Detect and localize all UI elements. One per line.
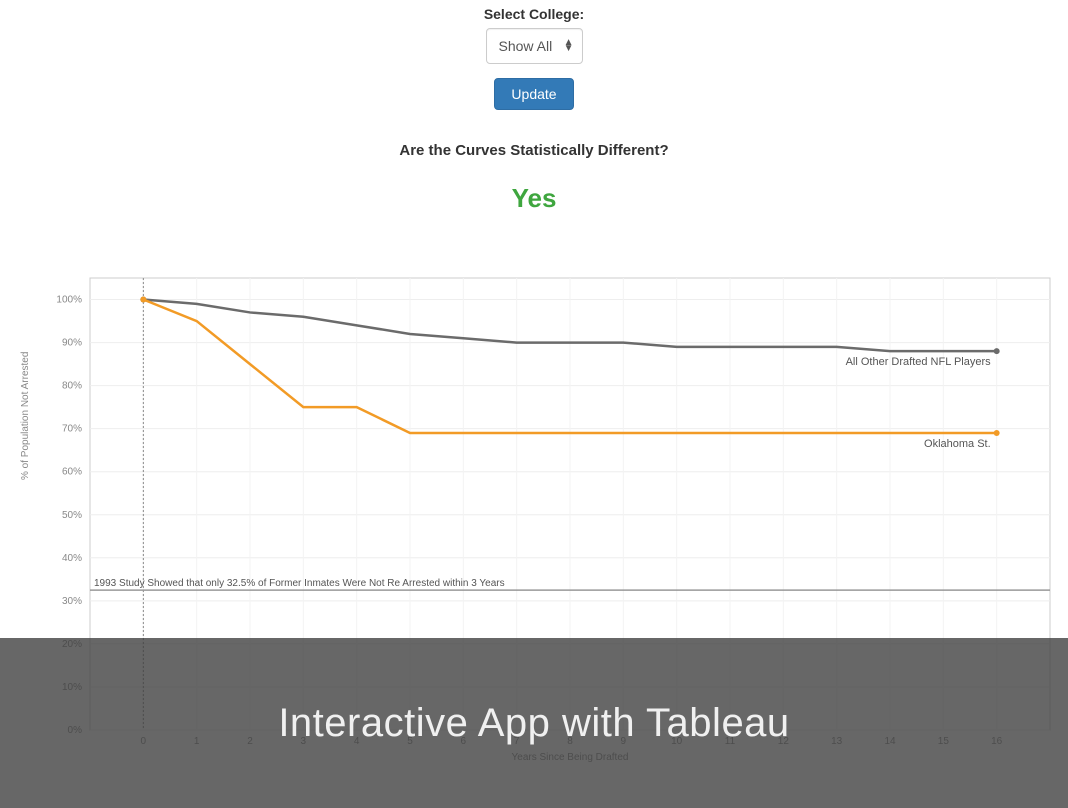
x-tick-label: 15 xyxy=(938,736,950,747)
x-tick-label: 1 xyxy=(194,736,200,747)
y-tick-label: 60% xyxy=(62,467,82,478)
x-tick-label: 12 xyxy=(778,736,790,747)
x-tick-label: 8 xyxy=(567,736,573,747)
y-axis-title: % of Population Not Arrested xyxy=(20,352,31,480)
x-tick-label: 6 xyxy=(461,736,467,747)
x-tick-label: 14 xyxy=(884,736,896,747)
x-tick-label: 13 xyxy=(831,736,843,747)
x-tick-label: 11 xyxy=(725,736,736,747)
series-end-dot xyxy=(994,348,1000,354)
select-college-label: Select College: xyxy=(0,6,1068,22)
x-tick-label: 16 xyxy=(991,736,1003,747)
x-tick-label: 2 xyxy=(247,736,253,747)
y-tick-label: 80% xyxy=(62,381,82,392)
answer-text: Yes xyxy=(0,183,1068,214)
y-tick-label: 40% xyxy=(62,553,82,564)
y-tick-label: 50% xyxy=(62,510,82,521)
x-tick-label: 4 xyxy=(354,736,360,747)
question-text: Are the Curves Statistically Different? xyxy=(0,142,1068,159)
y-tick-label: 10% xyxy=(62,682,82,693)
college-select-wrap[interactable]: Show All ▲▼ xyxy=(486,28,583,64)
y-tick-label: 90% xyxy=(62,338,82,349)
x-tick-label: 9 xyxy=(621,736,627,747)
y-tick-label: 20% xyxy=(62,639,82,650)
chart-svg: 0%10%20%30%40%50%60%70%80%90%100%0123456… xyxy=(30,270,1060,770)
y-tick-label: 30% xyxy=(62,596,82,607)
x-tick-label: 10 xyxy=(671,736,683,747)
y-tick-label: 70% xyxy=(62,424,82,435)
x-tick-label: 0 xyxy=(141,736,147,747)
chart: % of Population Not Arrested 0%10%20%30%… xyxy=(30,270,1060,770)
series-end-dot xyxy=(994,430,1000,436)
series-label: Oklahoma St. xyxy=(924,438,991,450)
x-tick-label: 3 xyxy=(301,736,307,747)
college-select[interactable]: Show All xyxy=(487,29,582,63)
update-button[interactable]: Update xyxy=(494,78,573,110)
x-axis-title: Years Since Being Drafted xyxy=(512,752,629,763)
y-tick-label: 0% xyxy=(68,725,83,736)
x-tick-label: 5 xyxy=(407,736,413,747)
x-tick-label: 7 xyxy=(514,736,520,747)
reference-label: 1993 Study Showed that only 32.5% of For… xyxy=(94,578,505,589)
series-label: All Other Drafted NFL Players xyxy=(846,356,992,368)
y-tick-label: 100% xyxy=(56,295,82,306)
series-start-dot xyxy=(140,297,146,303)
